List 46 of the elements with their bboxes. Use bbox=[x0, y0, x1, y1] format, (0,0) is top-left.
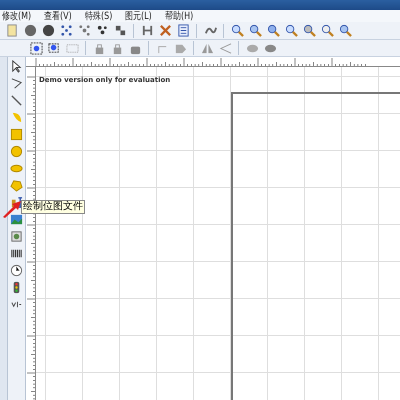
menu-item[interactable]: 查看(V) bbox=[44, 10, 72, 22]
dots-icon bbox=[114, 24, 126, 37]
square-icon bbox=[10, 128, 23, 140]
toolbar-button[interactable] bbox=[301, 22, 317, 38]
zoom-in-icon bbox=[266, 24, 280, 37]
search-icon bbox=[230, 24, 244, 37]
grid-icon bbox=[66, 42, 78, 54]
line-icon bbox=[10, 94, 23, 106]
mirror-icon bbox=[218, 42, 232, 54]
zoom-in-icon bbox=[248, 24, 262, 37]
clock-icon bbox=[10, 264, 23, 276]
dots-icon bbox=[60, 24, 72, 37]
toolbar-button[interactable] bbox=[247, 22, 263, 38]
bracket-icon bbox=[140, 24, 154, 37]
document-icon bbox=[6, 24, 18, 37]
disc-icon bbox=[24, 24, 36, 37]
dots-icon bbox=[96, 24, 108, 37]
polygon-icon bbox=[10, 178, 23, 192]
toolbar-button[interactable] bbox=[319, 22, 335, 38]
toolbar-button[interactable] bbox=[28, 40, 44, 56]
tooltip: 绘制位图文件 bbox=[21, 200, 85, 214]
node-edit-icon bbox=[10, 76, 23, 90]
toolbar-button[interactable] bbox=[337, 22, 353, 38]
tools-icon bbox=[158, 24, 172, 37]
menu-item[interactable]: 帮助(H) bbox=[164, 10, 193, 22]
dots-icon bbox=[78, 24, 90, 37]
toolbar-button[interactable] bbox=[229, 22, 245, 38]
disc-icon bbox=[42, 24, 54, 37]
select-icon bbox=[48, 42, 60, 54]
menu-item[interactable]: 特殊(S) bbox=[85, 10, 112, 22]
image-icon bbox=[10, 212, 23, 226]
select-icon bbox=[30, 42, 42, 54]
zoom-out-icon bbox=[284, 24, 298, 37]
toolbar-button[interactable] bbox=[8, 262, 24, 278]
toolbar-button[interactable] bbox=[40, 22, 56, 38]
crescent-icon bbox=[10, 110, 23, 124]
zoom-icon bbox=[302, 24, 316, 37]
toolbar-button[interactable] bbox=[283, 22, 299, 38]
pointer-arrow bbox=[2, 200, 22, 218]
circle-icon bbox=[10, 144, 23, 158]
menu-item[interactable]: 图元(L) bbox=[125, 10, 152, 22]
menu-item[interactable]: 修改(M) bbox=[2, 10, 32, 22]
zoom-icon bbox=[338, 24, 352, 37]
bitmap-icon bbox=[10, 230, 23, 242]
toolbar-button[interactable] bbox=[265, 22, 281, 38]
arrow-pointer-icon bbox=[10, 60, 23, 72]
